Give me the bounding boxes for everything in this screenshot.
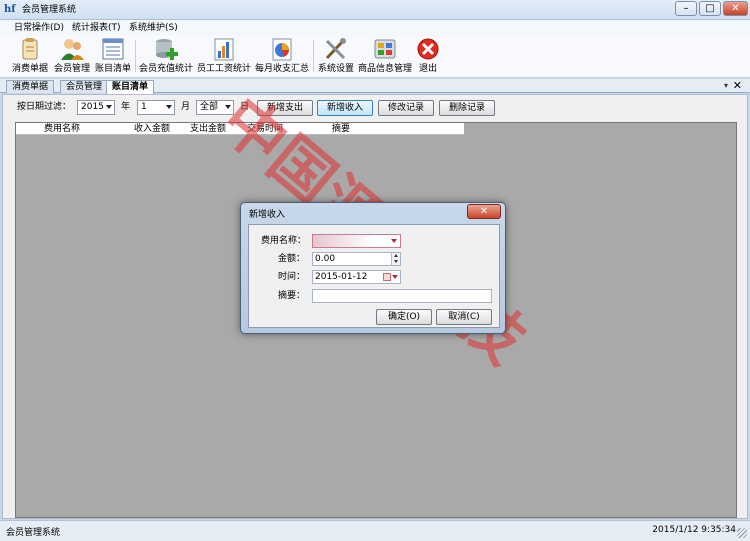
maximize-button[interactable]: □ (699, 1, 721, 16)
dialog-close-button[interactable]: ✕ (467, 204, 501, 219)
toolbar: 消费单据 会员管理 账目清单 会员充值统计 员工工资统计 每月收支汇总 系统设置… (0, 36, 750, 78)
grid-header: 费用名称 收入金额 支出金额 交易时间 摘要 (16, 123, 464, 135)
menu-reports[interactable]: 统计报表(T) (72, 22, 121, 34)
ledger-icon (102, 38, 124, 60)
toolbar-goods-button[interactable]: 商品信息管理 (358, 37, 412, 77)
chevron-down-icon (166, 105, 172, 109)
menu-bar: 日常操作(D) 统计报表(T) 系统维护(S) (0, 20, 750, 36)
status-app-name: 会员管理系统 (6, 528, 61, 538)
close-window-button[interactable]: ✕ (723, 1, 748, 16)
memo-label: 摘要： (278, 291, 306, 301)
bar-chart-icon (214, 38, 234, 61)
tools-icon (325, 38, 346, 60)
col-memo[interactable]: 摘要 (332, 123, 350, 135)
spinner-icon[interactable] (391, 253, 400, 265)
add-income-dialog: 新增收入 ✕ 费用名称： 金额： 0.00 时间： 2015-01-12 摘要：… (240, 202, 506, 334)
pie-chart-icon (272, 38, 292, 61)
chevron-down-icon[interactable] (392, 275, 398, 279)
month-select[interactable]: 1 (137, 100, 175, 115)
tab-receipts[interactable]: 消费单据 (6, 80, 55, 93)
status-bar: 会员管理系统 2015/1/12 9:35:34 (0, 520, 750, 541)
delete-record-button[interactable]: 删除记录 (439, 100, 495, 116)
database-add-icon (156, 39, 178, 60)
category-label: 费用名称： (261, 236, 307, 246)
col-category[interactable]: 费用名称 (44, 123, 80, 135)
col-time[interactable]: 交易时间 (247, 123, 283, 135)
toolbar-separator (313, 40, 314, 72)
exit-icon (417, 38, 439, 60)
dialog-title: 新增收入 (249, 210, 286, 220)
toolbar-ledger-button[interactable]: 账目清单 (94, 37, 132, 77)
year-unit-label: 年 (121, 102, 131, 112)
filter-label: 按日期过滤： (17, 102, 72, 112)
chevron-down-icon (391, 239, 397, 243)
menu-daily-ops[interactable]: 日常操作(D) (14, 22, 64, 34)
amount-label: 金额： (278, 254, 306, 264)
toolbar-settings-button[interactable]: 系统设置 (317, 37, 355, 77)
dialog-body: 费用名称： 金额： 0.00 时间： 2015-01-12 摘要： 确定(O) … (248, 224, 500, 328)
ok-button[interactable]: 确定(O) (376, 309, 432, 325)
toolbar-members-button[interactable]: 会员管理 (53, 37, 91, 77)
col-income[interactable]: 收入金额 (134, 123, 170, 135)
add-income-button[interactable]: 新增收入 (317, 100, 373, 116)
time-label: 时间： (278, 272, 306, 282)
close-tab-button[interactable]: ✕ (733, 79, 742, 92)
day-unit-label: 日 (240, 102, 250, 112)
members-icon (61, 39, 84, 60)
date-picker[interactable]: 2015-01-12 (312, 270, 401, 284)
add-expense-button[interactable]: 新增支出 (257, 100, 313, 116)
date-filter-bar: 按日期过滤： 2015 年 1 月 全部 日 新增支出 新增收入 修改记录 删除… (3, 95, 747, 120)
toolbar-recharge-stats-button[interactable]: 会员充值统计 (139, 37, 193, 77)
title-bar: hf 会员管理系统 – □ ✕ (0, 0, 750, 20)
amount-input[interactable]: 0.00 (312, 252, 401, 266)
tab-ledger[interactable]: 账目清单 (106, 80, 155, 94)
status-datetime: 2015/1/12 9:35:34 (652, 525, 736, 535)
calendar-icon[interactable] (383, 273, 391, 281)
year-select[interactable]: 2015 (77, 100, 115, 115)
toolbar-exit-button[interactable]: 退出 (414, 37, 442, 77)
resize-grip[interactable] (737, 528, 747, 538)
goods-icon (374, 39, 396, 59)
receipt-icon (22, 38, 38, 60)
menu-maintenance[interactable]: 系统维护(S) (129, 22, 178, 34)
col-expense[interactable]: 支出金额 (190, 123, 226, 135)
month-unit-label: 月 (181, 102, 191, 112)
tab-list-dropdown[interactable]: ▾ (724, 81, 728, 90)
chevron-down-icon (225, 105, 231, 109)
toolbar-salary-stats-button[interactable]: 员工工资统计 (197, 37, 251, 77)
day-select[interactable]: 全部 (196, 100, 234, 115)
memo-input[interactable] (312, 289, 492, 303)
edit-record-button[interactable]: 修改记录 (378, 100, 434, 116)
document-tabs: 消费单据 会员管理 账目清单 ▾ ✕ (0, 79, 750, 94)
tab-members[interactable]: 会员管理 (60, 80, 109, 93)
cancel-button[interactable]: 取消(C) (436, 309, 492, 325)
toolbar-separator (135, 40, 136, 72)
app-logo: hf (4, 4, 16, 15)
chevron-down-icon (106, 105, 112, 109)
toolbar-monthly-summary-button[interactable]: 每月收支汇总 (255, 37, 309, 77)
category-select[interactable] (312, 234, 401, 248)
minimize-button[interactable]: – (675, 1, 697, 16)
toolbar-receipts-button[interactable]: 消费单据 (11, 37, 49, 77)
window-title: 会员管理系统 (22, 5, 77, 15)
